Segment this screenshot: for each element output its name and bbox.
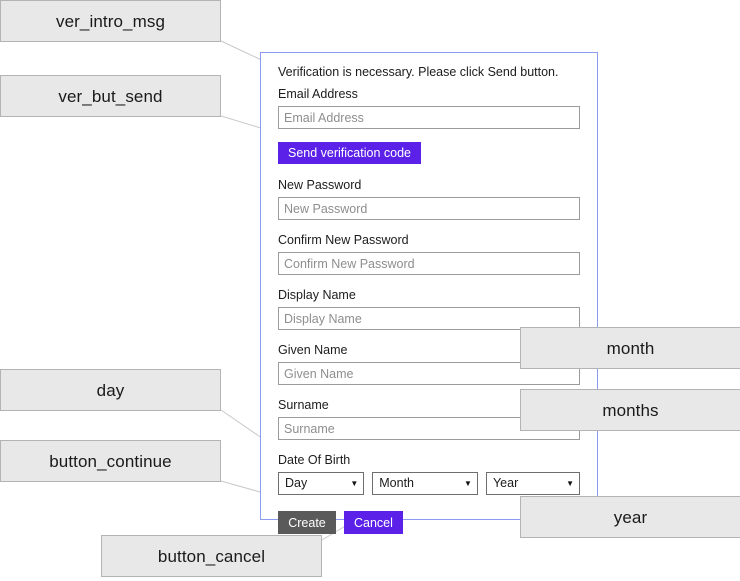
label-new-password: New Password (278, 178, 362, 192)
new-password-input[interactable] (278, 197, 580, 220)
year-select-value: Year (492, 476, 519, 490)
send-verification-code-button[interactable]: Send verification code (278, 142, 421, 164)
day-select[interactable]: Day ▼ (278, 472, 365, 495)
annotation-year: year (520, 496, 740, 538)
month-select[interactable]: Month ▼ (372, 472, 478, 495)
annotation-months: months (520, 389, 740, 431)
chevron-down-icon: ▼ (464, 478, 472, 488)
create-button[interactable]: Create (278, 511, 336, 534)
annotation-button-cancel: button_cancel (101, 535, 322, 577)
label-email-address: Email Address (278, 87, 358, 101)
cancel-button[interactable]: Cancel (344, 511, 403, 534)
label-confirm-new-password: Confirm New Password (278, 233, 409, 247)
annotation-day: day (0, 369, 221, 411)
annotation-ver-but-send: ver_but_send (0, 75, 221, 117)
annotation-button-continue: button_continue (0, 440, 221, 482)
chevron-down-icon: ▼ (566, 478, 574, 488)
confirm-new-password-input[interactable] (278, 252, 580, 275)
date-of-birth-row: Day ▼ Month ▼ Year ▼ (278, 472, 580, 495)
annotation-ver-intro-msg: ver_intro_msg (0, 0, 221, 42)
day-select-value: Day (285, 476, 308, 490)
annotation-month: month (520, 327, 740, 369)
label-date-of-birth: Date Of Birth (278, 453, 351, 467)
verification-intro-message: Verification is necessary. Please click … (278, 65, 559, 79)
label-display-name: Display Name (278, 288, 356, 302)
email-address-input[interactable] (278, 106, 580, 129)
year-select[interactable]: Year ▼ (485, 472, 580, 495)
chevron-down-icon: ▼ (350, 478, 359, 488)
registration-form-panel: Verification is necessary. Please click … (260, 52, 598, 534)
month-select-value: Month (379, 476, 415, 490)
